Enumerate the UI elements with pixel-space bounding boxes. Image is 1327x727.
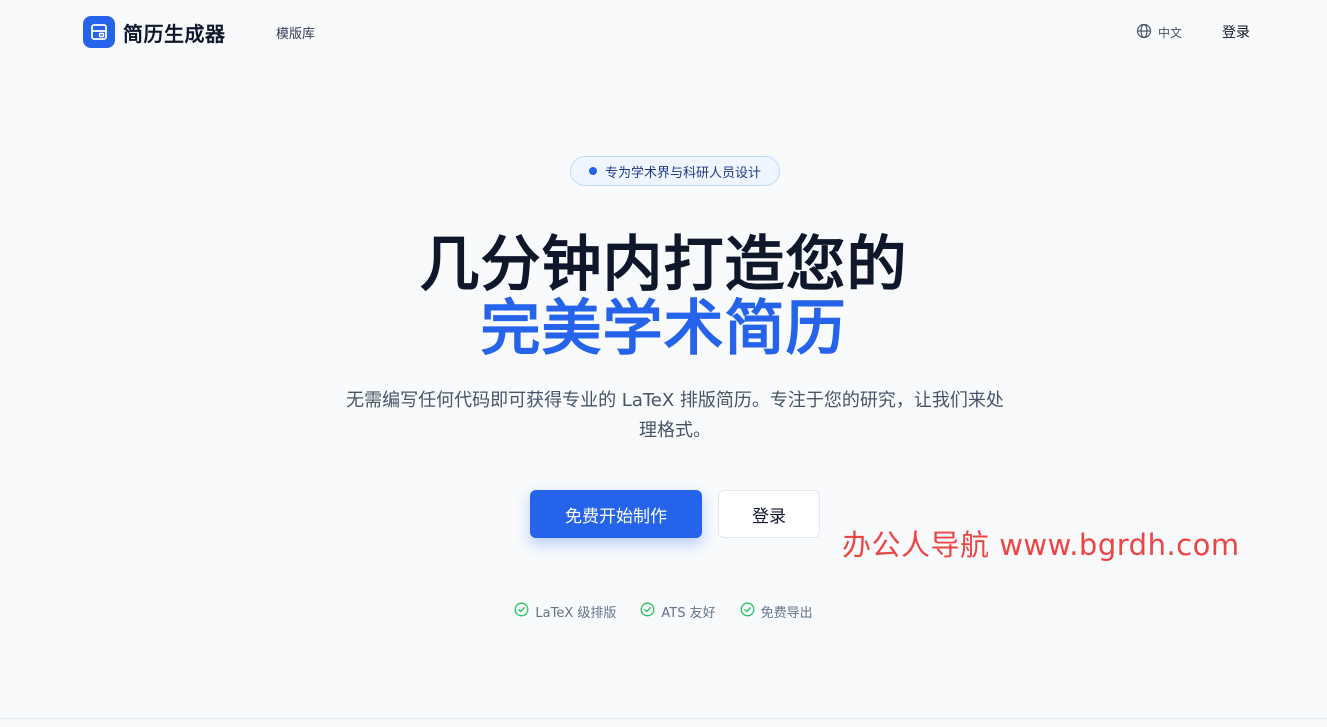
check-circle-icon: [640, 602, 655, 621]
feature-list: LaTeX 级排版 ATS 友好 免费导出: [0, 602, 1327, 621]
brand-logo[interactable]: 简历生成器: [83, 16, 226, 48]
hero-login-button[interactable]: 登录: [718, 490, 820, 538]
hero-title-accent: 完美学术简历: [480, 294, 847, 364]
feature-item: LaTeX 级排版: [514, 602, 616, 621]
header-login-link[interactable]: 登录: [1222, 22, 1250, 42]
section-divider: [0, 718, 1327, 719]
hero-title: 几分钟内打造您的: [419, 230, 908, 300]
language-switcher[interactable]: 中文: [1136, 23, 1182, 42]
audience-badge: 专为学术界与科研人员设计: [570, 156, 780, 186]
badge-label: 专为学术界与科研人员设计: [604, 165, 761, 181]
watermark-text: 办公人导航 www.bgrdh.com: [842, 528, 1240, 562]
check-circle-icon: [740, 602, 755, 621]
feature-item: 免费导出: [740, 602, 813, 621]
check-circle-icon: [514, 602, 529, 621]
feature-label: ATS 友好: [661, 606, 716, 621]
hero-subtitle: 无需编写任何代码即可获得专业的 LaTeX 排版简历。专注于您的研究，让我们来处…: [346, 390, 1004, 441]
feature-item: ATS 友好: [640, 602, 716, 621]
badge-dot-icon: [588, 167, 597, 175]
feature-label: 免费导出: [760, 606, 813, 621]
nav-templates-link[interactable]: 模版库: [276, 23, 315, 42]
layout-icon: [83, 16, 115, 48]
page: 简历生成器 模版库 中文 登录 专为学术界与科研人员设计 几分钟内打造您的 完美…: [0, 0, 1327, 727]
language-label: 中文: [1158, 26, 1183, 40]
globe-icon: [1136, 23, 1152, 42]
feature-label: LaTeX 级排版: [535, 606, 617, 621]
brand-name: 简历生成器: [123, 21, 226, 46]
start-free-button[interactable]: 免费开始制作: [530, 490, 702, 538]
header: 简历生成器 模版库 中文 登录: [0, 0, 1327, 64]
